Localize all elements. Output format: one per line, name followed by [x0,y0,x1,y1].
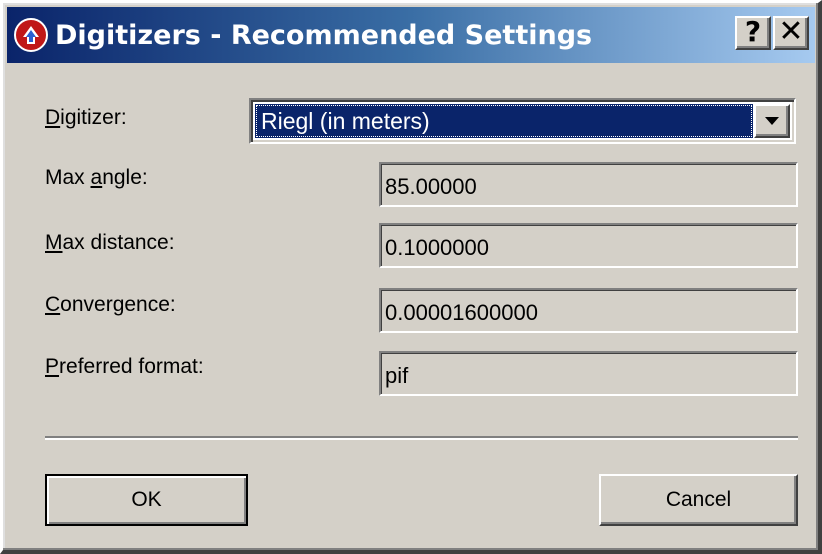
max-angle-label-mnemonic: a [90,166,103,189]
digitizer-select[interactable]: Riegl (in meters) [249,98,796,144]
digitizer-dropdown-button[interactable] [754,104,790,138]
help-icon: ? [744,15,762,48]
dialog-window: Digitizers - Recommended Settings ? ✕ Di… [0,0,822,554]
convergence-label-text: onvergence: [60,293,176,316]
preferred-format-field[interactable]: pif [379,351,798,396]
convergence-field[interactable]: 0.00001600000 [379,288,798,333]
digitizer-label-text: igitizer: [60,106,127,129]
max-distance-label: Max distance: [45,231,175,255]
max-angle-label-pre: Max [45,166,91,189]
convergence-label: Convergence: [45,293,176,317]
separator [45,436,798,440]
title-bar[interactable]: Digitizers - Recommended Settings ? ✕ [7,7,815,63]
convergence-label-mnemonic: C [45,293,61,316]
max-angle-field[interactable]: 85.00000 [379,162,798,207]
digitizer-selected-value[interactable]: Riegl (in meters) [255,104,753,138]
max-distance-field[interactable]: 0.1000000 [379,223,798,268]
chevron-down-icon [765,117,779,125]
max-distance-label-text: ax distance: [62,231,175,254]
max-angle-label-text: ngle: [102,166,148,189]
window-title: Digitizers - Recommended Settings [55,19,593,51]
max-angle-label: Max angle: [45,166,148,190]
help-button[interactable]: ? [735,16,771,50]
max-distance-label-mnemonic: M [45,231,63,254]
red-pointer-hand-icon[interactable] [13,17,49,53]
cancel-button[interactable]: Cancel [599,474,798,526]
preferred-format-label-mnemonic: P [45,355,60,378]
preferred-format-label-text: referred format: [59,355,204,378]
digitizer-label: Digitizer: [45,106,127,130]
ok-button[interactable]: OK [45,474,248,526]
digitizer-label-mnemonic: D [45,106,61,129]
preferred-format-label: Preferred format: [45,355,204,379]
close-icon: ✕ [778,14,804,49]
close-button[interactable]: ✕ [773,16,809,50]
